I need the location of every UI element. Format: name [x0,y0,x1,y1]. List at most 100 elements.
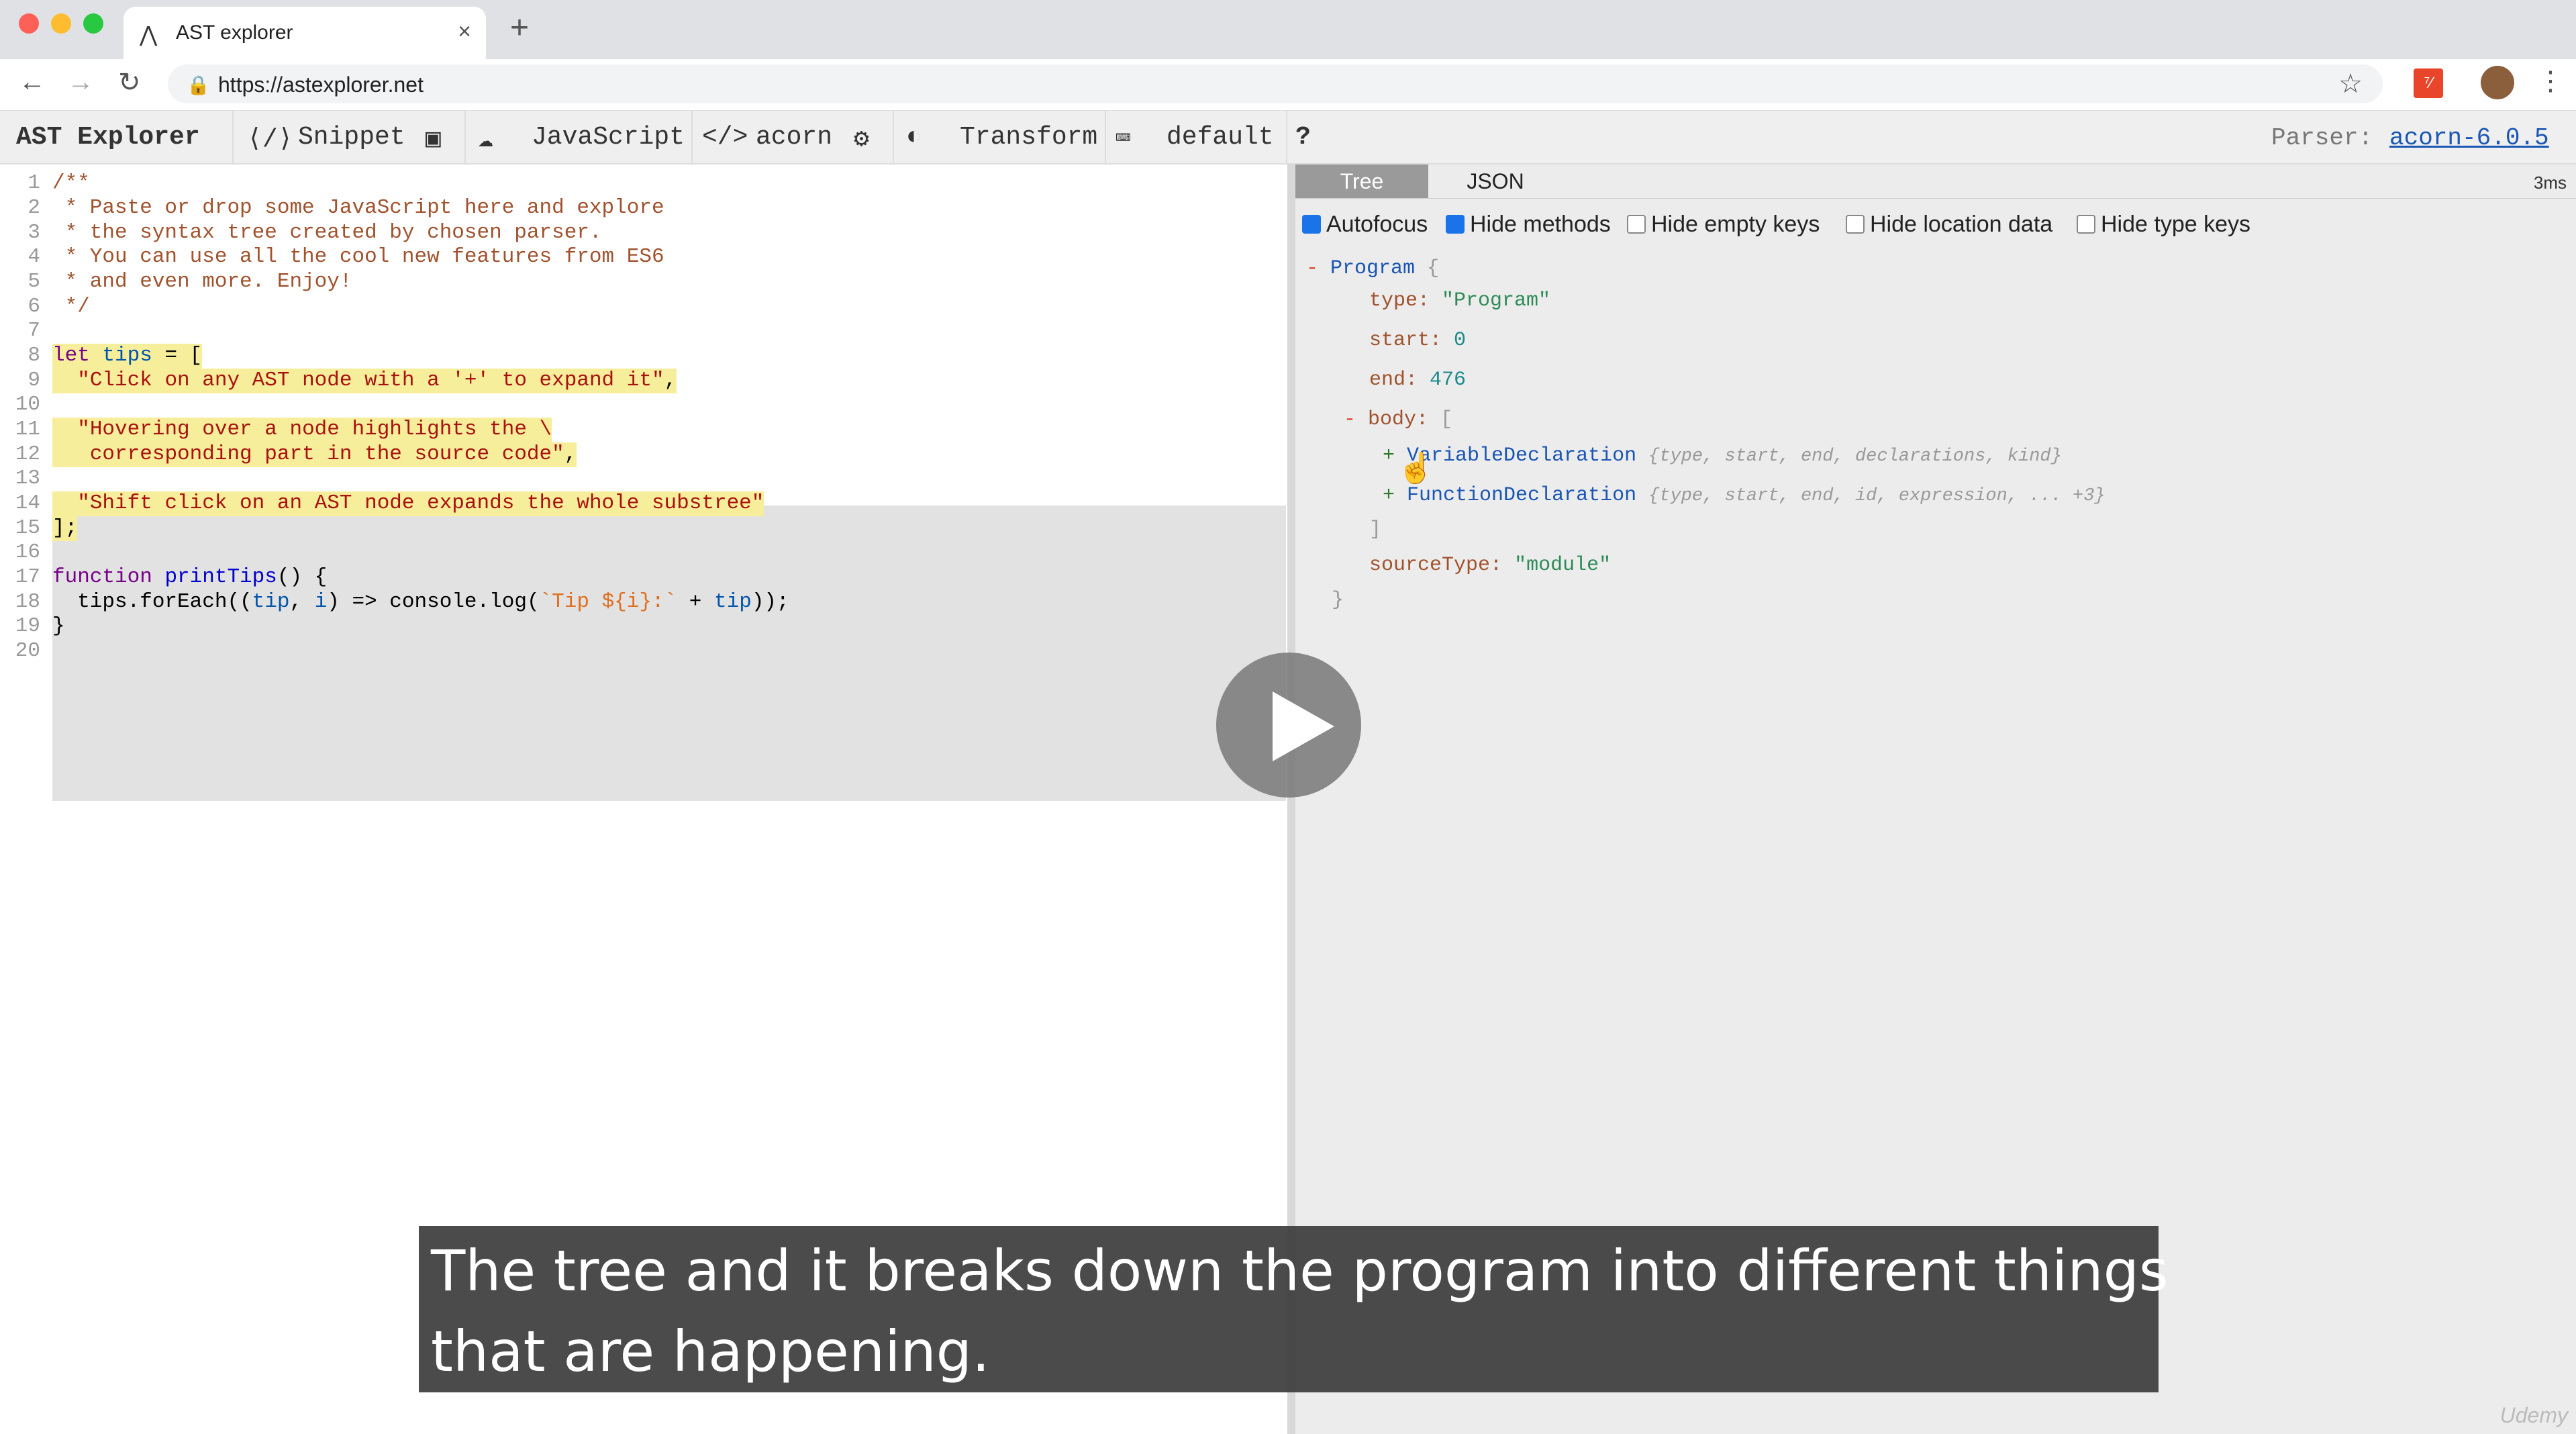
toolbar-separator [1105,111,1106,163]
tab-tree[interactable]: Tree [1295,164,1428,198]
hide-empty-keys-checkbox[interactable] [1627,215,1646,234]
parser-settings-gear-icon[interactable]: ⚙ [854,123,869,154]
parser-version-link[interactable]: acorn-6.0.5 [2389,124,2549,152]
toggle-icon: ◐ [906,123,922,152]
code-line: * the syntax tree created by chosen pars… [52,221,602,244]
property-value: "module" [1514,554,1612,577]
collapse-toggle[interactable]: - [1344,408,1356,431]
play-button[interactable] [1216,653,1361,798]
parse-time: 3ms [2533,173,2567,193]
hide-methods-option[interactable]: Hide methods [1446,211,1611,238]
line-number: 8 [28,344,40,367]
hide-empty-keys-label: Hide empty keys [1651,211,1820,237]
reload-icon[interactable]: ↻ [118,67,141,98]
minimize-window-button[interactable] [51,13,71,34]
property-value: 476 [1430,369,1467,391]
close-window-button[interactable] [19,13,39,34]
line-number: 14 [15,491,40,515]
lock-icon: 🔒 [187,75,210,95]
tree-property-end: end: 476 [1369,369,1466,391]
node-type-name[interactable]: Program [1330,257,1415,280]
tree-property-type: type: "Program" [1369,289,1550,312]
hide-type-keys-checkbox[interactable] [2077,215,2095,234]
hide-type-keys-option[interactable]: Hide type keys [2077,211,2250,238]
transform-button[interactable]: Transform [960,123,1097,152]
line-number: 1 [28,171,40,195]
toolbar-separator [893,111,894,163]
open-bracket: [ [1440,408,1453,431]
url-text[interactable]: https://astexplorer.net [218,73,424,97]
line-number: 20 [15,639,40,663]
browser-toolbar: ← → ↻ 🔒 https://astexplorer.net ☆ ⁷⁄ ⋮ [0,59,2576,111]
hide-empty-keys-option[interactable]: Hide empty keys [1627,211,1820,238]
profile-avatar[interactable] [2481,66,2514,99]
keymap-select[interactable]: default [1167,123,1274,152]
node-summary: {type, start, end, declarations, kind} [1648,446,2062,467]
code-variable: tip [252,590,290,614]
line-number: 10 [15,393,40,416]
tree-property-start: start: 0 [1369,329,1466,352]
browser-menu-icon[interactable]: ⋮ [2537,66,2564,97]
help-button[interactable]: ? [1295,123,1311,152]
tree-node-program[interactable]: - Program { [1306,257,1439,280]
line-number: 5 [28,270,40,293]
code-text: () { [277,565,328,589]
expand-toggle[interactable]: + [1383,484,1395,507]
tree-node-variable-declaration[interactable]: + VariableDeclaration {type, start, end,… [1383,444,2062,467]
hide-type-keys-label: Hide type keys [2101,211,2250,237]
expand-toggle[interactable]: + [1383,444,1395,467]
collapse-toggle[interactable]: - [1306,257,1318,280]
code-line: * Paste or drop some JavaScript here and… [52,196,664,220]
address-bar[interactable]: 🔒 https://astexplorer.net ☆ [168,64,2383,103]
code-text: + [677,590,715,614]
toolbar-separator [1286,111,1287,163]
line-number: 15 [15,516,40,540]
ast-explorer-favicon-icon: ⋀ [140,22,158,46]
bookmark-star-icon[interactable]: ☆ [2338,68,2363,99]
new-tab-button[interactable]: + [510,9,529,46]
language-select[interactable]: JavaScript [532,123,685,152]
browser-tab-strip: ⋀ AST explorer × + [0,0,2576,59]
autofocus-option[interactable]: Autofocus [1302,211,1428,238]
snippet-button[interactable]: Snippet [298,123,405,152]
line-number: 4 [28,245,40,269]
tree-property-body[interactable]: - body: [ [1344,408,1452,431]
code-text: = [ [152,344,203,367]
browser-tab[interactable]: ⋀ AST explorer × [123,7,486,59]
code-variable: tip [714,590,752,614]
tab-json[interactable]: JSON [1428,164,1563,198]
autofocus-label: Autofocus [1326,211,1428,237]
node-type-name[interactable]: FunctionDeclaration [1407,484,1636,507]
hand-cursor-icon: ☝ [1397,452,1434,485]
forward-arrow-icon[interactable]: → [67,67,94,97]
hide-methods-checkbox[interactable] [1446,215,1465,234]
save-icon[interactable]: ▣ [426,123,441,154]
node-type-name[interactable]: VariableDeclaration [1407,444,1636,467]
toolbar-separator [691,111,693,163]
back-arrow-icon[interactable]: ← [19,67,46,97]
extension-icon[interactable]: ⁷⁄ [2414,68,2443,98]
property-key: type: [1369,289,1430,312]
tree-node-function-declaration[interactable]: + FunctionDeclaration {type, start, end,… [1383,484,2106,507]
video-subtitle: The tree and it breaks down the program … [419,1226,2169,1392]
maximize-window-button[interactable] [83,13,103,34]
hide-location-data-option[interactable]: Hide location data [1846,211,2052,238]
snippet-icon[interactable]: ⟨/⟩ [247,123,293,154]
keyboard-icon: ⌨ [1116,126,1131,154]
autofocus-checkbox[interactable] [1302,215,1321,234]
close-tab-icon[interactable]: × [458,19,471,45]
line-number: 3 [28,221,40,244]
code-string: "Click on any AST node with a '+' to exp… [77,369,664,392]
open-brace: { [1427,257,1440,280]
line-number: 7 [28,319,40,342]
code-text: ) => console.log( [327,590,540,614]
code-string: corresponding part in the source code" [77,442,564,466]
code-keyword: function [52,565,152,589]
parser-label: Parser: [2271,124,2373,152]
hide-location-data-checkbox[interactable] [1846,215,1865,234]
line-number: 17 [15,565,40,589]
parser-select[interactable]: acorn [756,123,832,152]
tree-property-source-type: sourceType: "module" [1369,554,1611,577]
ast-explorer-toolbar: AST Explorer ⟨/⟩ Snippet ▣ ☁ JavaScript … [0,111,2576,164]
code-line: /** [52,171,90,195]
